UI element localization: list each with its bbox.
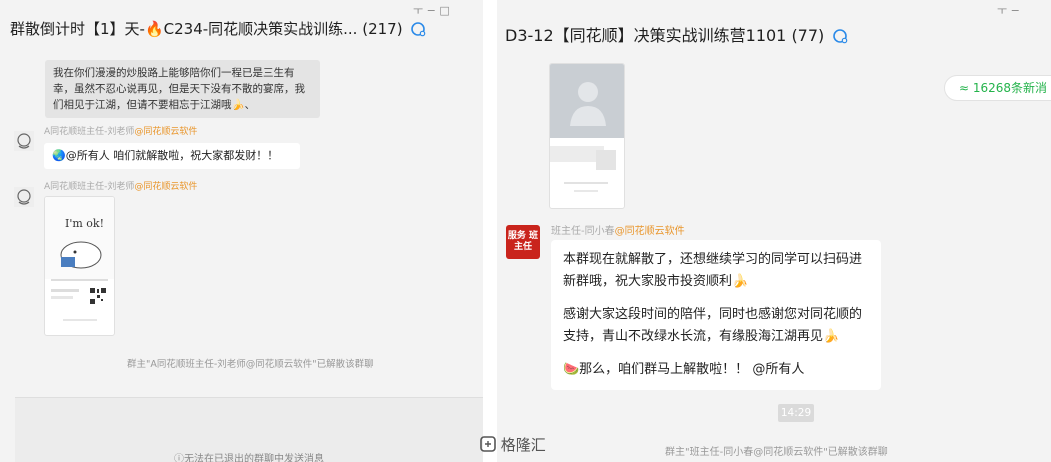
avatar[interactable]: 服务 班主任 <box>506 225 540 259</box>
avatar-icon[interactable] <box>14 187 34 207</box>
left-titlebar: 群散倒计时【1】天-🔥C234-同花顺决策实战训练... (217) ㅜ − □ <box>0 0 483 50</box>
disabled-notice: ⓘ无法在已退出的群聊中发送消息 <box>174 454 324 462</box>
message-paragraph: 本群现在就解散了，还想继续学习的同学可以扫码进新群哦，祝大家股市投资顺利🍌 <box>563 252 863 289</box>
sender-name: 班主任-同小春 <box>551 226 615 237</box>
system-message: 群主"班主任-同小春@同花顺云软件"已解散该群聊 <box>665 447 888 458</box>
watermark-icon <box>480 436 496 452</box>
message-bubble: 本群现在就解散了，还想继续学习的同学可以扫码进新群哦，祝大家股市投资顺利🍌 感谢… <box>551 240 881 390</box>
left-chat-window: 群散倒计时【1】天-🔥C234-同花顺决策实战训练... (217) ㅜ − □… <box>0 0 483 462</box>
watermark-text: 格隆汇 <box>500 436 546 454</box>
placeholder-image <box>550 64 624 138</box>
input-area-disabled: ⓘ无法在已退出的群聊中发送消息 <box>15 397 483 462</box>
new-messages-button[interactable]: ≈ 16268条新消 <box>944 75 1051 101</box>
message-bubble: 🌏@所有人 咱们就解散啦，祝大家都发财！！ <box>44 143 300 169</box>
sender-label: 班主任-同小春@同花顺云软件 <box>551 222 685 237</box>
left-chat-title[interactable]: 群散倒计时【1】天-🔥C234-同花顺决策实战训练... (217) <box>10 18 426 39</box>
cat-illustration-icon <box>60 241 102 269</box>
watermark-logo: 格隆汇 <box>480 434 546 455</box>
sender-tag: @同花顺云软件 <box>134 182 198 192</box>
sender-label: A同花顺班主任-刘老师@同花顺云软件 <box>44 124 197 137</box>
message-bubble: 我在你们漫漫的炒股路上能够陪你们一程已是三生有幸，虽然不忍心说再见，但是天下没有… <box>45 60 320 118</box>
left-window-controls[interactable]: ㅜ − □ <box>413 2 450 18</box>
sender-label: A同花顺班主任-刘老师@同花顺云软件 <box>44 179 197 192</box>
avatar-text: 服务 班主任 <box>507 231 539 252</box>
right-chat-title[interactable]: D3-12【同花顺】决策实战训练营1101 (77) <box>505 22 848 46</box>
qr-code-icon <box>89 287 107 305</box>
sender-name: A同花顺班主任-刘老师 <box>44 127 135 137</box>
right-chat-title-text: D3-12【同花顺】决策实战训练营1101 (77) <box>505 26 825 45</box>
left-chat-title-text: 群散倒计时【1】天-🔥C234-同花顺决策实战训练... (217) <box>10 20 403 38</box>
timestamp: 14:29 <box>778 404 814 422</box>
sender-tag: @同花顺云软件 <box>614 226 685 237</box>
message-paragraph: 感谢大家这段时间的陪伴，同时也感谢您对同花顺的支持，青山不改绿水长流，有缘股海江… <box>563 307 863 344</box>
chat-bubble-icon[interactable] <box>410 21 426 37</box>
sender-tag: @同花顺云软件 <box>134 127 198 137</box>
right-window-controls[interactable]: ㅜ − <box>997 2 1020 18</box>
avatar-icon[interactable] <box>14 131 34 151</box>
card-illustration: I'm ok! <box>45 197 114 279</box>
chat-bubble-icon[interactable] <box>832 28 848 44</box>
system-message: 群主"A同花顺班主任-刘老师@同花顺云软件"已解散该群聊 <box>127 359 374 370</box>
right-titlebar: D3-12【同花顺】决策实战训练营1101 (77) ㅜ − <box>497 0 1051 50</box>
right-chat-window: D3-12【同花顺】决策实战训练营1101 (77) ㅜ − ≈ 16268条新… <box>497 0 1051 462</box>
image-card[interactable]: I'm ok! <box>44 196 115 336</box>
person-silhouette-icon <box>570 82 606 126</box>
message-paragraph: 🍉那么，咱们群马上解散啦！！ @所有人 <box>563 362 805 377</box>
image-card[interactable] <box>549 63 625 209</box>
sender-name: A同花顺班主任-刘老师 <box>44 182 135 192</box>
